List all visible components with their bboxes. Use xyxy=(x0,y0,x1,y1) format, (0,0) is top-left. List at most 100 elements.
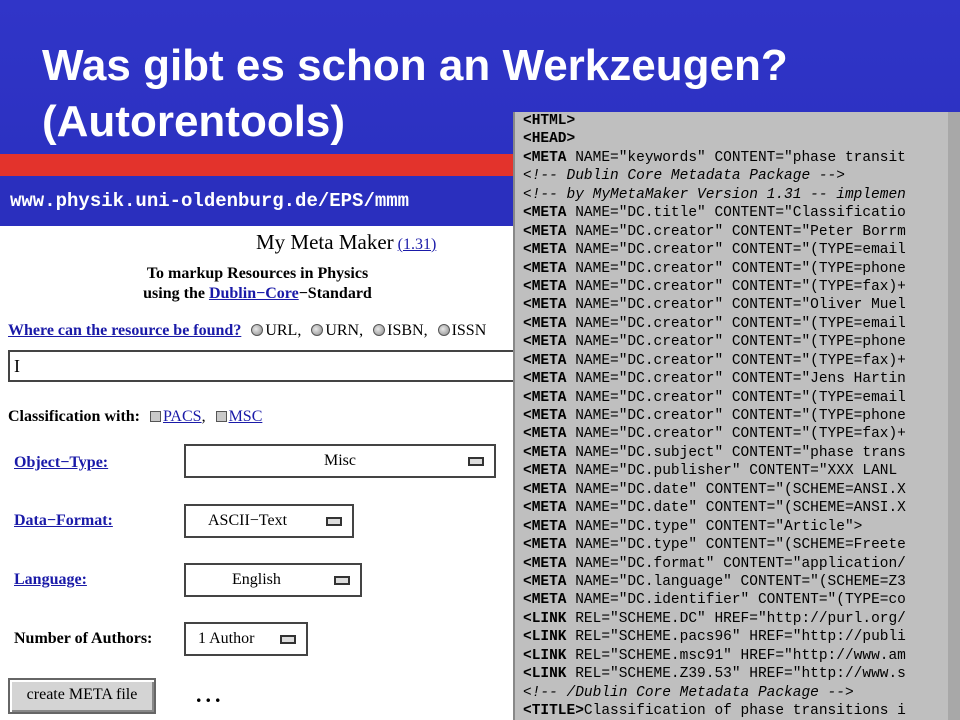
code-attributes: NAME="DC.publisher" CONTENT="XXX LANL xyxy=(566,463,898,480)
code-attributes: NAME="DC.title" CONTENT="Classificatio xyxy=(566,205,906,222)
code-tag: <META xyxy=(523,573,567,590)
subtitle-post: −Standard xyxy=(298,285,372,302)
radio-urn[interactable] xyxy=(311,324,324,336)
code-tag: <META xyxy=(523,205,567,222)
msc-link[interactable]: MSC xyxy=(229,408,263,425)
code-line: <META NAME="DC.creator" CONTENT="(TYPE=p… xyxy=(523,260,906,278)
code-tag: <META xyxy=(523,260,567,277)
code-line: <META NAME="DC.creator" CONTENT="(TYPE=e… xyxy=(523,315,906,333)
code-line: <META NAME="DC.subject" CONTENT="phase t… xyxy=(523,444,906,462)
authors-label: Number of Authors: xyxy=(14,630,153,647)
data-format-select[interactable]: ASCII−Text xyxy=(184,504,354,538)
code-line: <META NAME="DC.publisher" CONTENT="XXX L… xyxy=(523,462,906,480)
code-tag: <LINK xyxy=(523,629,567,646)
code-tag: <META xyxy=(523,242,567,259)
pacs-checkbox[interactable] xyxy=(150,411,161,422)
code-attributes: NAME="DC.creator" CONTENT="Peter Borrm xyxy=(566,223,906,240)
code-tag: <META xyxy=(523,315,567,332)
code-attributes: REL="SCHEME.DC" HREF="http://purl.org/ xyxy=(566,610,906,627)
code-attributes: NAME="DC.language" CONTENT="(SCHEME=Z3 xyxy=(566,573,906,590)
code-attributes: NAME="DC.creator" CONTENT="(TYPE=fax)+ xyxy=(566,352,906,369)
version-link[interactable]: (1.31) xyxy=(398,236,437,253)
code-attributes: NAME="DC.creator" CONTENT="(TYPE=fax)+ xyxy=(566,426,906,443)
code-attributes: NAME="DC.creator" CONTENT="(TYPE=email xyxy=(566,315,906,332)
slide-title-line1: Was gibt es schon an Werkzeugen? xyxy=(42,41,788,90)
code-comment: <!-- Dublin Core Metadata Package --> xyxy=(523,168,845,185)
code-line: <META NAME="keywords" CONTENT="phase tra… xyxy=(523,149,906,167)
object-type-label[interactable]: Object−Type: xyxy=(14,454,108,472)
code-line: <META NAME="DC.creator" CONTENT="Jens Ha… xyxy=(523,370,906,388)
code-line: <META NAME="DC.language" CONTENT="(SCHEM… xyxy=(523,573,906,591)
code-attributes: NAME="DC.format" CONTENT="application/ xyxy=(566,555,906,572)
subtitle-line1: To markup Resources in Physics xyxy=(146,265,369,282)
code-line: <META NAME="DC.date" CONTENT="(SCHEME=AN… xyxy=(523,481,906,499)
code-tag: <HEAD> xyxy=(523,131,576,148)
code-line: <META NAME="DC.creator" CONTENT="(TYPE=p… xyxy=(523,407,906,425)
create-meta-button[interactable]: create META file xyxy=(8,678,156,714)
language-select[interactable]: English xyxy=(184,563,362,597)
code-tag: <META xyxy=(523,352,567,369)
code-tag: <META xyxy=(523,555,567,572)
data-format-value: ASCII−Text xyxy=(208,512,288,529)
code-attributes: NAME="DC.identifier" CONTENT="(TYPE=co xyxy=(566,592,906,609)
resource-location-row: Where can the resource be found? URL, UR… xyxy=(8,322,486,340)
html-source-panel: <HTML> <HEAD> <META NAME="keywords" CONTEN… xyxy=(513,112,960,720)
object-type-select[interactable]: Misc xyxy=(184,444,496,478)
pacs-link[interactable]: PACS xyxy=(163,408,202,425)
code-tag: <META xyxy=(523,481,567,498)
code-line: <META NAME="DC.creator" CONTENT="(TYPE=p… xyxy=(523,333,906,351)
ellipsis: ... xyxy=(196,682,225,707)
code-line: <META NAME="DC.title" CONTENT="Classific… xyxy=(523,204,906,222)
code-attributes: REL="SCHEME.pacs96" HREF="http://publi xyxy=(566,629,906,646)
radio-url[interactable] xyxy=(251,324,264,336)
dropdown-icon xyxy=(468,457,484,466)
code-tag: <META xyxy=(523,463,567,480)
authors-value: 1 Author xyxy=(198,630,255,647)
classification-row: Classification with: PACS, MSC xyxy=(8,408,263,425)
msc-checkbox[interactable] xyxy=(215,411,227,422)
scrollbar[interactable] xyxy=(948,112,960,720)
dropdown-icon xyxy=(334,576,350,585)
code-attributes: REL="SCHEME.msc91" HREF="http://www.am xyxy=(566,647,906,664)
where-question-link[interactable]: Where can the resource be found? xyxy=(8,322,241,339)
code-tag: <META xyxy=(523,592,567,609)
code-line: <LINK REL="SCHEME.DC" HREF="http://purl.… xyxy=(523,610,906,628)
language-label[interactable]: Language: xyxy=(14,571,87,589)
subtitle-pre: using the xyxy=(143,285,209,302)
code-attributes: NAME="DC.creator" CONTENT="(TYPE=email xyxy=(566,389,906,406)
code-tag: <META xyxy=(523,371,567,388)
object-type-value: Misc xyxy=(324,452,356,469)
code-tag: <META xyxy=(523,408,567,424)
code-line: <META NAME="DC.type" CONTENT="Article"> xyxy=(523,518,906,536)
meta-maker-form: My Meta Maker (1.31) To markup Resources … xyxy=(0,226,515,720)
resource-input[interactable]: I xyxy=(8,350,515,382)
code-line: <!-- /Dublin Core Metadata Package --> xyxy=(523,684,906,702)
code-tag: <META xyxy=(523,518,567,535)
code-comment: <!-- by MyMetaMaker Version 1.31 -- impl… xyxy=(523,186,906,203)
authors-select[interactable]: 1 Author xyxy=(184,622,308,656)
code-line: <!-- Dublin Core Metadata Package --> xyxy=(523,167,906,185)
code-attributes: REL="SCHEME.Z39.53" HREF="http://www.s xyxy=(566,666,906,683)
code-line: <META NAME="DC.creator" CONTENT="(TYPE=f… xyxy=(523,352,906,370)
dropdown-icon xyxy=(326,517,342,526)
code-tag: <META xyxy=(523,278,567,295)
code-tag: <LINK xyxy=(523,647,567,664)
code-line: <HTML> xyxy=(523,112,906,130)
dublin-core-link[interactable]: Dublin−Core xyxy=(209,285,299,302)
code-comment: <!-- /Dublin Core Metadata Package --> xyxy=(523,684,854,701)
code-line: <META NAME="DC.creator" CONTENT="(TYPE=e… xyxy=(523,389,906,407)
app-name-text: My Meta Maker xyxy=(256,230,394,254)
code-attributes: NAME="DC.type" CONTENT="(SCHEME=Freete xyxy=(566,537,906,554)
code-tag: <HTML> xyxy=(523,113,576,129)
data-format-label[interactable]: Data−Format: xyxy=(14,512,113,530)
radio-isbn[interactable] xyxy=(373,324,386,336)
code-tag: <LINK xyxy=(523,666,567,683)
option-urn: URN, xyxy=(325,322,364,339)
code-tag: <META xyxy=(523,426,567,443)
option-url: URL, xyxy=(265,322,302,339)
code-tag: <META xyxy=(523,334,567,351)
code-tag: <META xyxy=(523,537,567,554)
code-attributes: NAME="DC.creator" CONTENT="(TYPE=phone xyxy=(566,334,906,351)
radio-issn[interactable] xyxy=(437,324,450,336)
code-attributes: NAME="DC.date" CONTENT="(SCHEME=ANSI.X xyxy=(566,500,906,517)
